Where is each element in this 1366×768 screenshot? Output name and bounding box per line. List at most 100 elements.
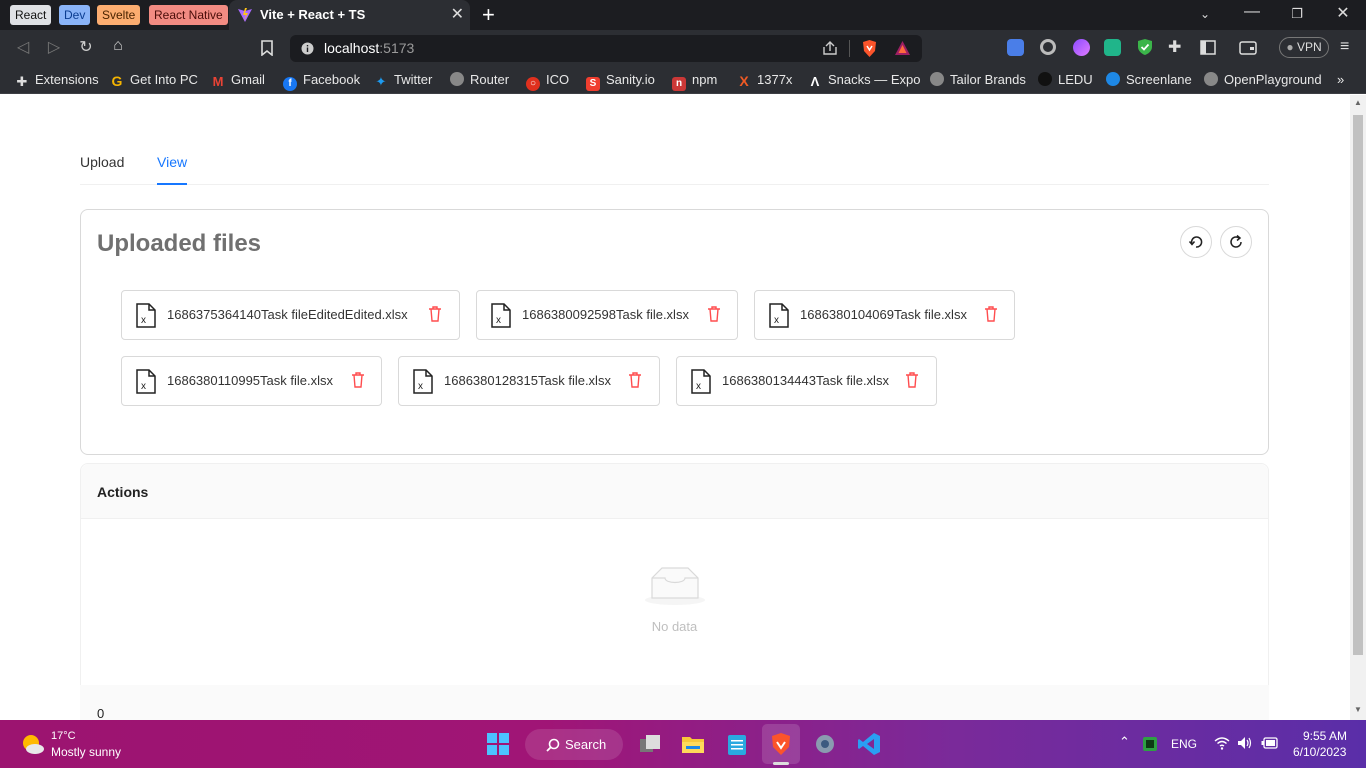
bookmark-openplayground[interactable]: OpenPlayground bbox=[1204, 72, 1322, 87]
weather-temperature[interactable]: 17°C bbox=[51, 730, 76, 742]
file-item[interactable]: x 1686380110995Task file.xlsx bbox=[121, 356, 382, 406]
brave-browser-icon[interactable] bbox=[769, 732, 793, 756]
scrollbar-thumb[interactable] bbox=[1353, 115, 1363, 655]
browser-toolbar: ◁ ▷ ↻ ⌂ localhost:5173 ✚ ● VPN ≡ bbox=[0, 30, 1366, 66]
url-text[interactable]: localhost:5173 bbox=[324, 40, 414, 56]
taskbar-search[interactable]: Search bbox=[525, 729, 623, 760]
search-icon bbox=[546, 738, 560, 752]
restore-icon[interactable]: ❐ bbox=[1282, 6, 1312, 22]
browser-tab-active[interactable]: Vite + React + TS ✕ bbox=[229, 0, 470, 30]
address-bar[interactable]: localhost:5173 bbox=[290, 35, 922, 62]
language-indicator[interactable]: ENG bbox=[1171, 737, 1197, 751]
globe-icon bbox=[930, 72, 944, 86]
menu-icon[interactable]: ≡ bbox=[1340, 38, 1349, 56]
battery-icon[interactable] bbox=[1261, 737, 1279, 749]
tray-chevron-icon[interactable]: ⌃ bbox=[1119, 734, 1130, 750]
bookmark-extensions[interactable]: ✚ Extensions bbox=[15, 72, 99, 89]
delete-icon[interactable] bbox=[428, 306, 442, 322]
minimize-icon[interactable]: — bbox=[1237, 3, 1267, 21]
file-name: 1686380128315Task file.xlsx bbox=[444, 373, 611, 388]
weather-description[interactable]: Mostly sunny bbox=[51, 745, 121, 759]
file-item[interactable]: x 1686380128315Task file.xlsx bbox=[398, 356, 660, 406]
excel-file-icon: x bbox=[691, 369, 711, 394]
tab-search-chevron-icon[interactable]: ⌄ bbox=[1190, 7, 1220, 21]
file-name: 1686380110995Task file.xlsx bbox=[167, 373, 333, 388]
more-bookmarks-icon[interactable]: » bbox=[1337, 72, 1344, 87]
sidebar-icon[interactable] bbox=[1200, 40, 1216, 55]
brave-rewards-icon[interactable] bbox=[894, 40, 911, 56]
volume-icon[interactable] bbox=[1237, 736, 1253, 750]
info-icon[interactable] bbox=[301, 42, 314, 55]
clock-time[interactable]: 9:55 AM bbox=[1303, 729, 1347, 743]
delete-icon[interactable] bbox=[707, 306, 721, 322]
tab-upload[interactable]: Upload bbox=[80, 154, 124, 170]
empty-inbox-icon bbox=[645, 567, 705, 605]
bookmark-sanity[interactable]: S Sanity.io bbox=[586, 72, 655, 91]
scroll-down-icon[interactable]: ▼ bbox=[1354, 705, 1362, 714]
forward-icon[interactable]: ▷ bbox=[43, 37, 65, 57]
bookmark-facebook[interactable]: f Facebook bbox=[283, 72, 360, 91]
bookmark-router[interactable]: Router bbox=[450, 72, 509, 87]
clock-date[interactable]: 6/10/2023 bbox=[1293, 745, 1346, 759]
close-tab-icon[interactable]: ✕ bbox=[451, 4, 464, 24]
scroll-up-icon[interactable]: ▲ bbox=[1354, 98, 1362, 107]
bookmark-getintopc[interactable]: G Get Into PC bbox=[110, 72, 198, 88]
file-item[interactable]: x 1686380104069Task file.xlsx bbox=[754, 290, 1015, 340]
extension-circle-icon[interactable] bbox=[1040, 39, 1056, 55]
file-item[interactable]: x 1686380134443Task file.xlsx bbox=[676, 356, 937, 406]
extensions-puzzle-icon[interactable]: ✚ bbox=[1168, 37, 1181, 57]
close-window-icon[interactable]: ✕ bbox=[1328, 3, 1358, 23]
tray-app-icon[interactable] bbox=[1142, 736, 1158, 752]
windows-start-icon[interactable] bbox=[486, 732, 510, 756]
wifi-icon[interactable] bbox=[1214, 736, 1230, 750]
task-view-icon[interactable] bbox=[638, 732, 662, 756]
tab-group-react-native[interactable]: React Native bbox=[149, 5, 228, 25]
bookmark-twitter[interactable]: ✦ Twitter bbox=[374, 72, 433, 89]
bookmark-screenlane[interactable]: Screenlane bbox=[1106, 72, 1192, 87]
file-item[interactable]: x 1686380092598Task file.xlsx bbox=[476, 290, 738, 340]
bookmark-label: Tailor Brands bbox=[950, 72, 1026, 87]
undo-button[interactable] bbox=[1180, 226, 1212, 258]
share-icon[interactable] bbox=[822, 41, 838, 56]
weather-sunny-icon[interactable] bbox=[19, 732, 45, 756]
delete-icon[interactable] bbox=[984, 306, 998, 322]
vpn-button[interactable]: ● VPN bbox=[1279, 37, 1329, 58]
delete-icon[interactable] bbox=[905, 372, 919, 388]
bookmark-tailor-brands[interactable]: Tailor Brands bbox=[930, 72, 1026, 87]
vscode-icon[interactable] bbox=[857, 732, 881, 756]
reload-icon[interactable]: ↻ bbox=[75, 37, 97, 57]
tab-group-dev[interactable]: Dev bbox=[59, 5, 91, 25]
npm-icon: n bbox=[672, 77, 686, 91]
bookmark-npm[interactable]: n npm bbox=[672, 72, 717, 91]
tab-group-react[interactable]: React bbox=[10, 5, 52, 25]
back-icon[interactable]: ◁ bbox=[12, 37, 34, 57]
shield-extension-icon[interactable] bbox=[1137, 38, 1153, 56]
tab-view[interactable]: View bbox=[157, 154, 187, 170]
bookmark-ledu[interactable]: LEDU bbox=[1038, 72, 1093, 87]
notepad-icon[interactable] bbox=[725, 732, 749, 756]
bookmark-gmail[interactable]: M Gmail bbox=[211, 72, 265, 89]
file-item[interactable]: x 1686375364140Task fileEditedEdited.xls… bbox=[121, 290, 460, 340]
delete-icon[interactable] bbox=[351, 372, 365, 388]
vpn-label: VPN bbox=[1296, 40, 1322, 54]
brave-shields-icon[interactable] bbox=[861, 39, 878, 58]
extension-green-icon[interactable] bbox=[1104, 39, 1121, 56]
file-explorer-icon[interactable] bbox=[681, 732, 705, 756]
bookmark-ico[interactable]: ○ ICO bbox=[526, 72, 569, 91]
translate-extension-icon[interactable] bbox=[1007, 39, 1024, 56]
bookmark-icon[interactable] bbox=[261, 40, 273, 56]
extension-purple-icon[interactable] bbox=[1073, 39, 1090, 56]
svg-text:x: x bbox=[141, 315, 146, 326]
wallet-icon[interactable] bbox=[1239, 40, 1257, 55]
bookmark-snacks-expo[interactable]: Λ Snacks — Expo bbox=[808, 72, 921, 89]
new-tab-icon[interactable]: + bbox=[482, 2, 495, 28]
bookmark-label: Extensions bbox=[35, 72, 99, 87]
delete-icon[interactable] bbox=[628, 372, 642, 388]
reload-button[interactable] bbox=[1220, 226, 1252, 258]
home-icon[interactable]: ⌂ bbox=[107, 37, 129, 55]
page-scrollbar[interactable]: ▲ ▼ bbox=[1350, 95, 1366, 720]
tab-group-svelte[interactable]: Svelte bbox=[97, 5, 141, 25]
url-port: :5173 bbox=[379, 40, 415, 56]
bookmark-1377x[interactable]: X 1377x bbox=[737, 72, 792, 88]
settings-gear-icon[interactable] bbox=[813, 732, 837, 756]
